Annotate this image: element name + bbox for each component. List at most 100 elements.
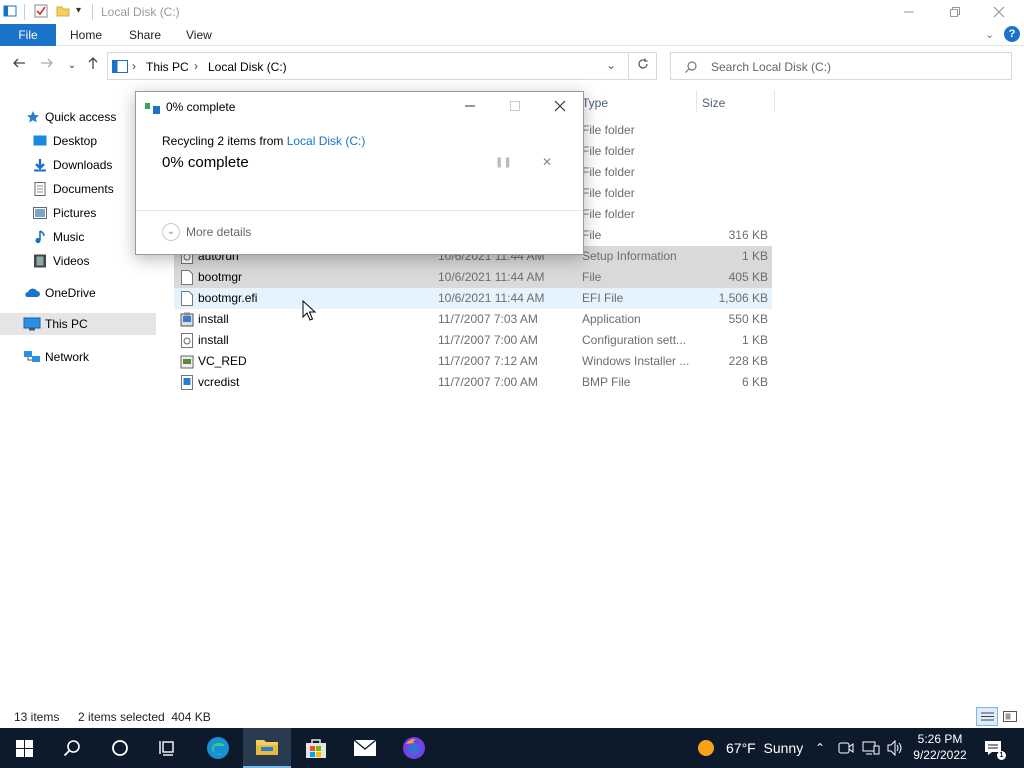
nav-pictures[interactable]: Pictures <box>0 202 156 224</box>
meet-now-icon[interactable] <box>838 741 854 755</box>
properties-icon[interactable] <box>34 4 48 18</box>
expand-details-icon[interactable]: ⌄ <box>162 223 180 241</box>
show-hidden-icons-button[interactable]: ⌃ <box>815 728 825 768</box>
weather-text[interactable]: 67°F Sunny <box>726 728 803 768</box>
breadcrumb-local-disk[interactable]: Local Disk (C:) <box>208 60 287 74</box>
minimize-button[interactable] <box>886 0 932 24</box>
forward-arrow-icon[interactable] <box>37 56 57 76</box>
cortana-button[interactable] <box>96 728 144 768</box>
file-row[interactable]: install 11/7/2007 7:03 AM Application 55… <box>174 309 772 330</box>
up-arrow-icon[interactable] <box>83 56 103 76</box>
cancel-operation-button[interactable]: ✕ <box>540 155 554 169</box>
help-icon[interactable]: ? <box>1004 26 1020 42</box>
nav-documents[interactable]: Documents <box>0 178 156 200</box>
address-bar[interactable]: › This PC › Local Disk (C:) ⌄ <box>107 52 629 80</box>
file-row-selected[interactable]: bootmgr 10/6/2021 11:44 AM File 405 KB <box>174 267 772 288</box>
nav-network[interactable]: Network <box>0 346 156 368</box>
tab-share[interactable]: Share <box>119 24 171 46</box>
divider <box>92 4 93 20</box>
explorer-icon[interactable] <box>3 4 17 18</box>
column-separator <box>774 90 775 112</box>
nav-downloads[interactable]: Downloads <box>0 154 156 176</box>
tab-home[interactable]: Home <box>60 24 112 46</box>
file-size: 405 KB <box>728 270 768 284</box>
minimize-icon <box>904 11 914 13</box>
address-dropdown-icon[interactable]: ⌄ <box>606 58 616 72</box>
msi-package-icon <box>180 355 194 369</box>
mail-button[interactable] <box>341 728 389 768</box>
nav-videos[interactable]: Videos <box>0 250 156 272</box>
dialog-maximize-button[interactable] <box>492 92 538 120</box>
file-explorer-button[interactable] <box>243 728 291 768</box>
volume-icon[interactable] <box>886 740 904 756</box>
back-arrow-icon[interactable] <box>9 56 29 76</box>
file-name: VC_RED <box>198 354 247 368</box>
nav-this-pc[interactable]: This PC <box>0 313 156 335</box>
column-header-type[interactable]: Type <box>582 94 608 112</box>
firefox-button[interactable] <box>390 728 438 768</box>
refresh-icon <box>637 58 648 69</box>
search-button[interactable] <box>48 728 96 768</box>
customize-qat-icon[interactable]: ▾ <box>76 5 81 16</box>
expand-ribbon-icon[interactable]: ⌄ <box>985 28 994 41</box>
drive-icon <box>112 60 128 73</box>
search-icon <box>63 740 80 757</box>
dialog-close-button[interactable] <box>537 92 583 120</box>
sun-weather-icon[interactable] <box>697 739 715 757</box>
file-row[interactable]: bootmgr.efi 10/6/2021 11:44 AM EFI File … <box>174 288 772 309</box>
file-type: File folder <box>582 186 635 200</box>
windows-logo-icon <box>15 739 33 757</box>
search-input[interactable]: Search Local Disk (C:) <box>670 52 1012 80</box>
maximize-icon <box>510 101 520 111</box>
breadcrumb-this-pc[interactable]: This PC <box>146 60 189 74</box>
window-title: Local Disk (C:) <box>101 5 180 19</box>
tab-view[interactable]: View <box>176 24 222 46</box>
file-row[interactable]: vcredist 11/7/2007 7:00 AM BMP File 6 KB <box>174 372 772 393</box>
nav-label: Music <box>53 230 85 244</box>
document-icon <box>34 182 46 196</box>
large-icons-view-button[interactable] <box>1001 708 1019 725</box>
network-tray-icon[interactable] <box>862 741 880 755</box>
file-row[interactable]: VC_RED 11/7/2007 7:12 AM Windows Install… <box>174 351 772 372</box>
file-row[interactable]: install 11/7/2007 7:00 AM Configuration … <box>174 330 772 351</box>
nav-onedrive[interactable]: OneDrive <box>0 282 156 304</box>
clock[interactable]: 5:26 PM 9/22/2022 <box>912 731 968 763</box>
nav-desktop[interactable]: Desktop <box>0 130 156 152</box>
chevron-right-icon: › <box>194 59 198 73</box>
dialog-footer: ⌄ More details <box>136 210 583 254</box>
file-size: 228 KB <box>728 354 768 368</box>
details-view-button[interactable] <box>976 707 998 726</box>
nav-label: Pictures <box>53 206 97 220</box>
new-folder-icon[interactable] <box>56 4 70 18</box>
restore-button[interactable] <box>932 0 978 24</box>
store-button[interactable] <box>292 728 340 768</box>
refresh-button[interactable] <box>629 52 657 80</box>
details-view-icon <box>981 712 994 721</box>
column-header-size[interactable]: Size <box>702 94 725 112</box>
task-view-icon <box>159 741 174 756</box>
item-count: 13 items <box>14 710 60 724</box>
nav-label: Network <box>45 350 90 364</box>
source-location-link[interactable]: Local Disk (C:) <box>287 134 366 148</box>
nav-music[interactable]: Music <box>0 226 156 248</box>
pause-button[interactable]: ❚❚ <box>495 156 512 170</box>
dialog-message-text: Recycling 2 items from <box>162 134 287 148</box>
file-type: EFI File <box>582 291 624 305</box>
nav-quick-access[interactable]: Quick access <box>0 106 156 128</box>
task-view-button[interactable] <box>144 728 192 768</box>
taskbar: 67°F Sunny ⌃ 5:26 PM 9/22/2022 1 <box>0 728 1024 768</box>
close-button[interactable] <box>976 0 1022 24</box>
tab-file[interactable]: File <box>0 24 56 46</box>
cloud-icon <box>25 288 40 297</box>
nav-label: Documents <box>53 182 114 196</box>
dialog-minimize-button[interactable] <box>447 92 493 120</box>
search-placeholder: Search Local Disk (C:) <box>711 60 832 74</box>
file-size: 6 KB <box>741 375 768 389</box>
recent-locations-icon[interactable]: ⌄ <box>62 56 82 76</box>
more-details-button[interactable]: More details <box>186 225 251 239</box>
music-icon <box>35 230 45 244</box>
computer-icon <box>23 317 41 331</box>
file-type: File folder <box>582 123 635 137</box>
start-button[interactable] <box>0 728 48 768</box>
edge-button[interactable] <box>194 728 242 768</box>
